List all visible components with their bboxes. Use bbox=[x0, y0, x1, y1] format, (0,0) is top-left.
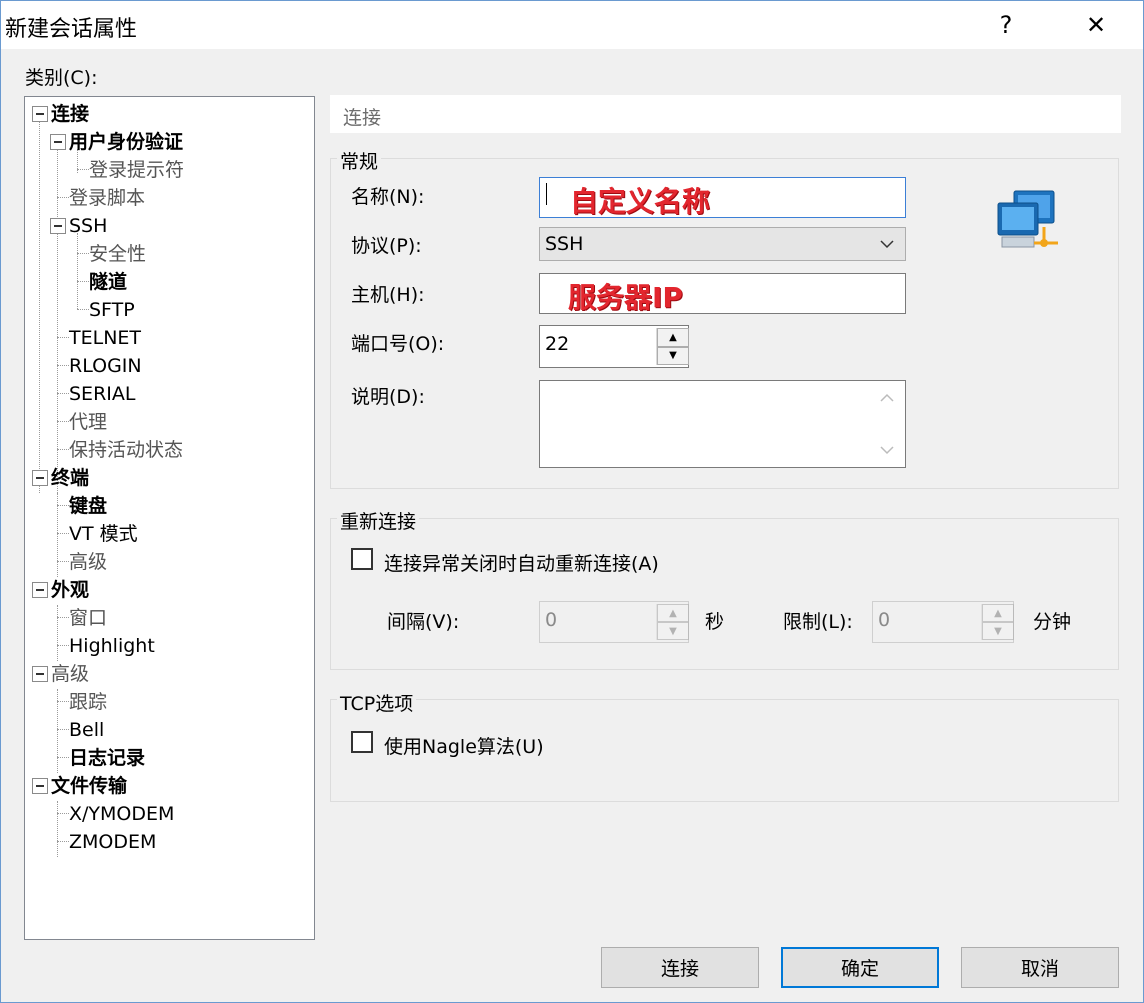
collapse-toggle-icon[interactable] bbox=[32, 778, 48, 794]
name-input[interactable]: 自定义名称 bbox=[539, 177, 906, 218]
panel-header: 连接 bbox=[330, 95, 1121, 133]
port-input-value: 22 bbox=[545, 333, 570, 355]
reconnect-group bbox=[330, 518, 1119, 670]
nagle-checkbox[interactable] bbox=[351, 731, 373, 753]
close-button[interactable]: ✕ bbox=[1067, 1, 1125, 49]
auto-reconnect-label[interactable]: 连接异常关闭时自动重新连接(A) bbox=[384, 549, 659, 576]
tree-item-connection[interactable]: 连接 bbox=[51, 102, 89, 126]
tree-item-keyboard[interactable]: 键盘 bbox=[69, 494, 107, 518]
tree-item-login-script[interactable]: 登录脚本 bbox=[69, 186, 145, 210]
interval-spinner[interactable]: ▲ ▼ bbox=[656, 604, 689, 640]
collapse-toggle-icon[interactable] bbox=[32, 582, 48, 598]
title-bar: 新建会话属性 ? ✕ bbox=[1, 1, 1143, 49]
tree-item-ssh[interactable]: SSH bbox=[69, 214, 107, 238]
tree-item-trace[interactable]: 跟踪 bbox=[69, 690, 107, 714]
text-cursor bbox=[546, 183, 547, 205]
tree-item-serial[interactable]: SERIAL bbox=[69, 382, 135, 406]
limit-unit: 分钟 bbox=[1033, 611, 1072, 633]
tree-item-xymodem[interactable]: X/YMODEM bbox=[69, 802, 174, 826]
spin-up-icon[interactable]: ▲ bbox=[657, 604, 689, 622]
name-label: 名称(N): bbox=[351, 186, 425, 208]
limit-input[interactable]: 0 ▲ ▼ bbox=[872, 601, 1014, 643]
category-label: 类别(C): bbox=[25, 67, 98, 89]
limit-input-value: 0 bbox=[878, 609, 891, 631]
general-group-title: 常规 bbox=[337, 147, 382, 174]
scroll-down-icon[interactable] bbox=[880, 445, 894, 455]
host-label: 主机(H): bbox=[351, 284, 425, 306]
spin-up-icon[interactable]: ▲ bbox=[982, 604, 1014, 622]
tree-item-advanced[interactable]: 高级 bbox=[51, 662, 89, 686]
port-input[interactable]: 22 ▲ ▼ bbox=[539, 325, 689, 368]
tree-item-auth[interactable]: 用户身份验证 bbox=[69, 130, 183, 154]
dialog-title: 新建会话属性 bbox=[5, 17, 138, 42]
tree-item-terminal-advanced[interactable]: 高级 bbox=[69, 550, 107, 574]
interval-input[interactable]: 0 ▲ ▼ bbox=[539, 601, 689, 643]
port-label: 端口号(O): bbox=[351, 333, 445, 355]
interval-input-value: 0 bbox=[545, 609, 558, 631]
spin-up-icon[interactable]: ▲ bbox=[657, 328, 689, 347]
interval-label: 间隔(V): bbox=[387, 611, 460, 633]
dialog-window: 新建会话属性 ? ✕ 类别(C): 连接 用户身份验证 登录提示符 登录脚本 S… bbox=[0, 0, 1144, 1003]
tree-item-terminal[interactable]: 终端 bbox=[51, 466, 89, 490]
tree-item-security[interactable]: 安全性 bbox=[89, 242, 146, 266]
port-spinner[interactable]: ▲ ▼ bbox=[656, 328, 689, 365]
interval-unit: 秒 bbox=[705, 611, 725, 633]
tree-item-bell[interactable]: Bell bbox=[69, 718, 104, 742]
collapse-toggle-icon[interactable] bbox=[50, 134, 66, 150]
tree-item-proxy[interactable]: 代理 bbox=[69, 410, 107, 434]
description-textarea[interactable] bbox=[539, 380, 906, 468]
chevron-down-icon bbox=[880, 240, 894, 249]
tree-item-telnet[interactable]: TELNET bbox=[69, 326, 141, 350]
reconnect-group-title: 重新连接 bbox=[337, 507, 420, 534]
tree-item-rlogin[interactable]: RLOGIN bbox=[69, 354, 142, 378]
cancel-button[interactable]: 取消 bbox=[961, 947, 1119, 988]
tree-item-file-transfer[interactable]: 文件传输 bbox=[51, 774, 127, 798]
limit-label: 限制(L): bbox=[783, 611, 853, 633]
tree-item-login-prompt[interactable]: 登录提示符 bbox=[89, 158, 184, 182]
limit-spinner[interactable]: ▲ ▼ bbox=[981, 604, 1014, 640]
tree-item-logging[interactable]: 日志记录 bbox=[69, 746, 145, 770]
network-computers-icon bbox=[997, 190, 1058, 248]
collapse-toggle-icon[interactable] bbox=[50, 218, 66, 234]
auto-reconnect-checkbox[interactable] bbox=[351, 548, 373, 570]
protocol-select-value: SSH bbox=[545, 233, 584, 255]
spin-down-icon[interactable]: ▼ bbox=[982, 622, 1014, 640]
spin-down-icon[interactable]: ▼ bbox=[657, 622, 689, 640]
spin-down-icon[interactable]: ▼ bbox=[657, 346, 689, 365]
name-input-value: 自定义名称 bbox=[570, 185, 711, 218]
help-button[interactable]: ? bbox=[977, 1, 1035, 49]
description-label: 说明(D): bbox=[351, 386, 425, 408]
ok-button[interactable]: 确定 bbox=[781, 947, 939, 988]
protocol-label: 协议(P): bbox=[351, 235, 422, 257]
tree-item-appearance[interactable]: 外观 bbox=[51, 578, 89, 602]
nagle-label[interactable]: 使用Nagle算法(U) bbox=[384, 732, 544, 759]
tree-item-tunnel[interactable]: 隧道 bbox=[89, 270, 127, 294]
collapse-toggle-icon[interactable] bbox=[32, 106, 48, 122]
tree-item-sftp[interactable]: SFTP bbox=[89, 298, 135, 322]
host-input[interactable]: 服务器IP bbox=[539, 273, 906, 314]
tree-item-window[interactable]: 窗口 bbox=[69, 606, 107, 630]
protocol-select[interactable]: SSH bbox=[539, 227, 906, 261]
collapse-toggle-icon[interactable] bbox=[32, 666, 48, 682]
panel-header-title: 连接 bbox=[343, 107, 382, 129]
tree-item-highlight[interactable]: Highlight bbox=[69, 634, 155, 658]
category-tree[interactable]: 连接 用户身份验证 登录提示符 登录脚本 SSH 安全性 隧道 SFTP TEL… bbox=[24, 96, 315, 940]
tree-item-keepalive[interactable]: 保持活动状态 bbox=[69, 438, 183, 462]
connect-button[interactable]: 连接 bbox=[601, 947, 759, 988]
collapse-toggle-icon[interactable] bbox=[32, 470, 48, 486]
tcp-group-title: TCP选项 bbox=[337, 689, 417, 716]
tree-item-vt-mode[interactable]: VT 模式 bbox=[69, 522, 138, 546]
tree-item-zmodem[interactable]: ZMODEM bbox=[69, 830, 156, 854]
scroll-up-icon[interactable] bbox=[880, 393, 894, 403]
host-input-value: 服务器IP bbox=[568, 281, 683, 314]
